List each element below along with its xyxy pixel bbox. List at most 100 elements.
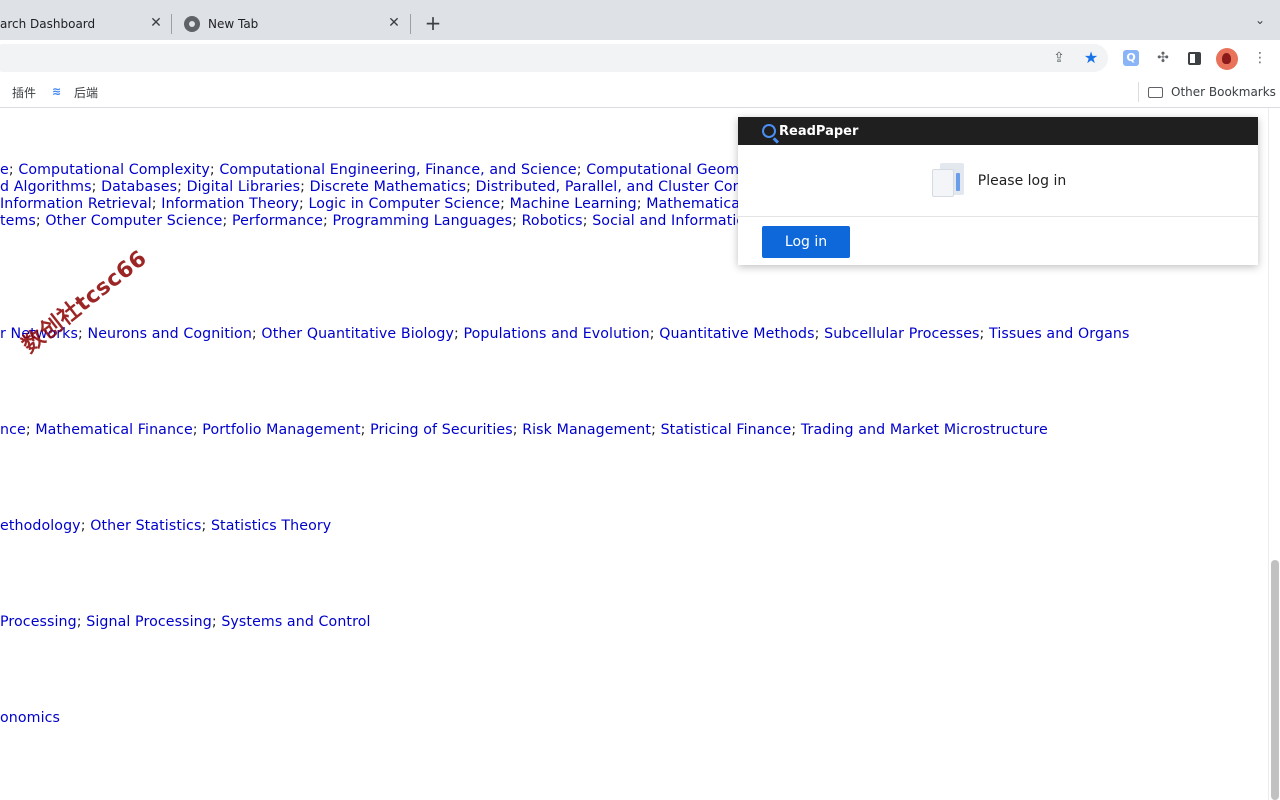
tab-close-icon[interactable]: ✕ [386, 15, 402, 31]
category-link[interactable]: Pricing of Securities [370, 422, 513, 438]
separator: ; [500, 196, 510, 212]
category-link[interactable]: Distributed, Parallel, and Cluster Compu [476, 179, 765, 195]
category-line: d Algorithms; Databases; Digital Librari… [0, 179, 765, 196]
side-panel-icon[interactable] [1188, 52, 1201, 65]
readpaper-logo-icon [762, 124, 776, 138]
bookmark-backend[interactable]: ≋ 后端 [52, 82, 98, 102]
category-link[interactable]: e [0, 162, 9, 178]
bookmark-label: 后端 [74, 85, 99, 100]
separator: ; [251, 326, 262, 342]
bookmark-plugins[interactable]: 插件 [0, 82, 36, 102]
category-line: nce; Mathematical Finance; Portfolio Man… [0, 422, 1048, 439]
category-link[interactable]: tems [0, 213, 36, 229]
tab-new-tab[interactable]: New Tab ✕ [172, 8, 410, 40]
category-line: Processing; Signal Processing; Systems a… [0, 614, 371, 631]
login-message: Please log in [977, 172, 1067, 189]
bookmark-label: 插件 [12, 85, 37, 100]
category-link[interactable]: Trading and Market Microstructure [801, 422, 1048, 438]
category-line: e; Computational Complexity; Computation… [0, 162, 768, 179]
category-link[interactable]: d Algorithms [0, 179, 92, 195]
category-line: Information Retrieval; Information Theor… [0, 196, 767, 213]
category-link[interactable]: Signal Processing [86, 614, 212, 630]
readpaper-popup: ReadPaper Please log in Log in [738, 117, 1258, 265]
separator: ; [512, 422, 523, 438]
category-link[interactable]: nce [0, 422, 26, 438]
separator: ; [466, 179, 476, 195]
category-link[interactable]: Digital Libraries [187, 179, 301, 195]
category-link[interactable]: Computational Complexity [18, 162, 210, 178]
category-link[interactable]: Mathematical Finance [35, 422, 192, 438]
separator: ; [582, 213, 593, 229]
category-line: r Networks; Neurons and Cognition; Other… [0, 326, 1129, 343]
category-link[interactable]: Information Retrieval [0, 196, 152, 212]
category-link[interactable]: ethodology [0, 518, 81, 534]
share-icon[interactable]: ⇪ [1051, 50, 1067, 66]
category-link[interactable]: Logic in Computer Science [309, 196, 501, 212]
tab-dashboard[interactable]: arch Dashboard | S ✕ [0, 8, 172, 40]
separator: ; [791, 422, 801, 438]
other-bookmarks[interactable]: Other Bookmarks [1148, 82, 1276, 102]
category-link[interactable]: Databases [101, 179, 177, 195]
category-link[interactable]: Populations and Evolution [463, 326, 649, 342]
separator: ; [91, 179, 102, 195]
scrollbar[interactable] [1268, 108, 1280, 800]
address-bar[interactable] [0, 44, 1108, 72]
category-link[interactable]: Discrete Mathematics [310, 179, 467, 195]
category-line: tems; Other Computer Science; Performanc… [0, 213, 770, 230]
separator: ; [576, 162, 587, 178]
category-link[interactable]: Risk Management [522, 422, 651, 438]
separator: ; [512, 213, 522, 229]
tab-bar: arch Dashboard | S ✕ New Tab ✕ + ⌄ [0, 0, 1280, 40]
login-button[interactable]: Log in [762, 226, 850, 258]
folder-icon [1148, 87, 1163, 98]
category-link[interactable]: Other Statistics [90, 518, 201, 534]
separator: ; [211, 614, 222, 630]
popup-header: ReadPaper [738, 117, 1258, 145]
category-link[interactable]: Computational Engineering, Finance, and … [219, 162, 576, 178]
category-link[interactable]: Subcellular Processes [824, 326, 979, 342]
separator: ; [222, 213, 232, 229]
tab-separator [410, 14, 411, 34]
new-tab-button[interactable]: + [422, 12, 444, 34]
separator: ; [201, 518, 211, 534]
chevrons-icon: ≋ [52, 85, 62, 98]
separator: ; [649, 326, 660, 342]
category-link[interactable]: onomics [0, 710, 60, 726]
document-icon [930, 162, 966, 199]
category-link[interactable]: Machine Learning [510, 196, 637, 212]
bookmark-star-icon[interactable]: ★ [1083, 50, 1099, 66]
separator: ; [651, 422, 661, 438]
chrome-icon [184, 16, 200, 32]
readpaper-extension-icon[interactable]: Q [1123, 50, 1139, 66]
popup-title: ReadPaper [779, 123, 859, 139]
separator: ; [80, 518, 91, 534]
category-link[interactable]: Programming Languages [332, 213, 512, 229]
category-link[interactable]: Neurons and Cognition [87, 326, 251, 342]
category-link[interactable]: Systems and Control [221, 614, 370, 630]
tab-list-chevron-icon[interactable]: ⌄ [1252, 12, 1268, 28]
category-link[interactable]: Information Theory [161, 196, 299, 212]
separator: ; [636, 196, 647, 212]
category-link[interactable]: Statistical Finance [661, 422, 792, 438]
category-link[interactable]: Performance [232, 213, 323, 229]
puzzle-extensions-icon[interactable]: ✣ [1155, 50, 1171, 66]
category-link[interactable]: Statistics Theory [211, 518, 331, 534]
category-link[interactable]: Processing [0, 614, 77, 630]
toolbar: ⇪ ★ Q ✣ ⋮ [0, 40, 1280, 76]
tab-close-icon[interactable]: ✕ [148, 15, 164, 31]
category-link[interactable]: Robotics [522, 213, 583, 229]
scrollbar-thumb[interactable] [1271, 560, 1279, 800]
category-link[interactable]: Tissues and Organs [989, 326, 1129, 342]
separator: ; [209, 162, 220, 178]
category-link[interactable]: Portfolio Management [202, 422, 360, 438]
more-menu-icon[interactable]: ⋮ [1252, 50, 1268, 66]
separator: ; [8, 162, 19, 178]
separator: ; [177, 179, 187, 195]
profile-avatar[interactable] [1216, 48, 1238, 70]
category-link[interactable]: Quantitative Methods [659, 326, 814, 342]
other-bookmarks-label: Other Bookmarks [1171, 85, 1276, 99]
category-link[interactable]: Other Quantitative Biology [261, 326, 454, 342]
category-link[interactable]: Other Computer Science [45, 213, 222, 229]
separator: ; [35, 213, 46, 229]
category-line: ethodology; Other Statistics; Statistics… [0, 518, 331, 535]
